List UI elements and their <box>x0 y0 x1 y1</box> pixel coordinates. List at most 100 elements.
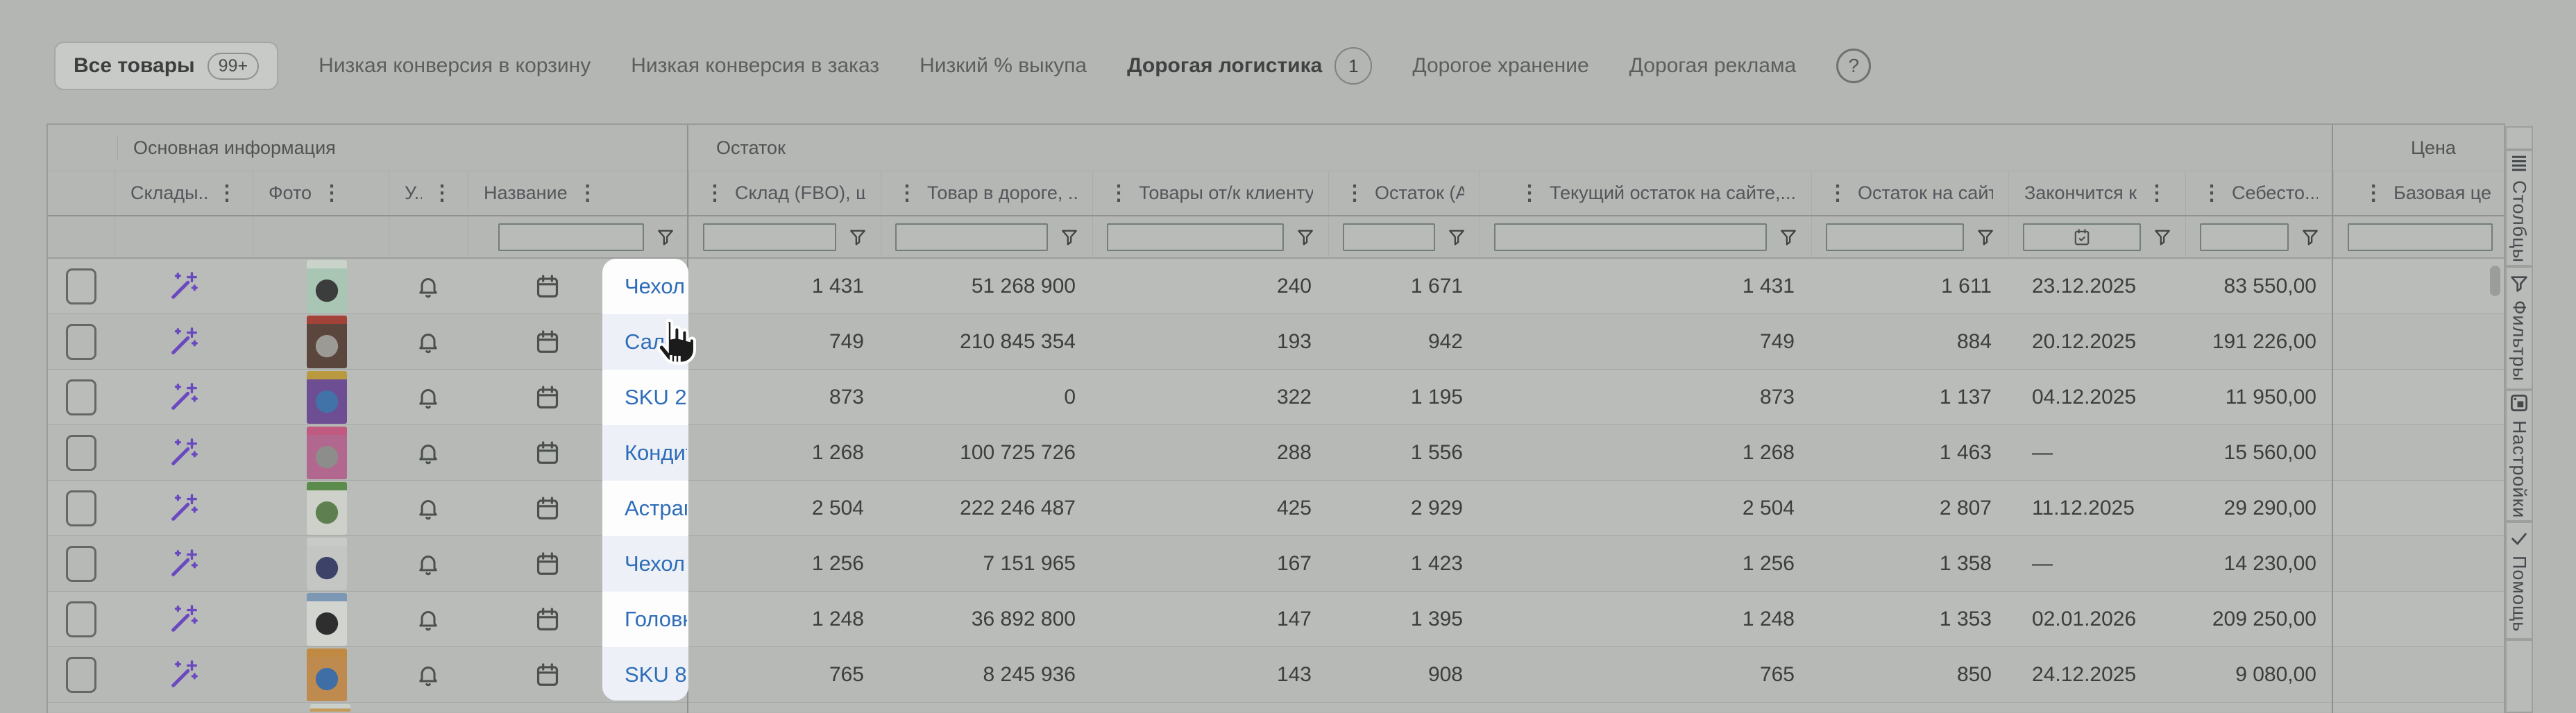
help-icon[interactable]: ? <box>1836 49 1871 83</box>
product-photo[interactable] <box>307 648 347 701</box>
filter-input-10[interactable] <box>1826 223 1964 251</box>
sidebar-filler <box>2505 639 2533 713</box>
vertical-scrollbar-thumb[interactable] <box>2490 266 2500 296</box>
product-photo[interactable] <box>307 538 347 590</box>
bell-icon[interactable] <box>416 440 441 465</box>
product-photo[interactable] <box>307 316 347 368</box>
product-name-link[interactable]: Астраг <box>625 481 687 536</box>
table-row-partial <box>48 703 2504 712</box>
row-checkbox[interactable] <box>66 601 96 637</box>
calendar-icon[interactable] <box>534 662 561 688</box>
filter-input-6[interactable] <box>895 223 1048 251</box>
row-checkbox[interactable] <box>66 379 96 415</box>
wand-icon[interactable] <box>168 270 200 302</box>
calendar-icon[interactable] <box>534 606 561 633</box>
row-checkbox[interactable] <box>66 324 96 360</box>
tab-4[interactable]: Дорогая логистика1 <box>1127 47 1372 85</box>
filter-input-5[interactable] <box>703 223 836 251</box>
wand-icon[interactable] <box>168 492 200 524</box>
tab-6[interactable]: Дорогая реклама <box>1629 54 1797 78</box>
row-checkbox[interactable] <box>66 490 96 526</box>
funnel-icon[interactable] <box>2301 228 2319 246</box>
column-menu-icon[interactable]: ⋮ <box>704 183 725 204</box>
wand-icon[interactable] <box>168 659 200 691</box>
column-menu-icon[interactable]: ⋮ <box>217 183 237 204</box>
row-checkbox[interactable] <box>66 268 96 304</box>
sidebar-tab-help[interactable]: Помощь <box>2505 522 2533 639</box>
row-checkbox[interactable] <box>66 435 96 471</box>
product-photo[interactable] <box>307 427 347 479</box>
bell-icon[interactable] <box>416 551 441 576</box>
tab-2[interactable]: Низкая конверсия в заказ <box>631 54 879 78</box>
funnel-icon[interactable] <box>2153 228 2171 246</box>
bell-icon[interactable] <box>416 496 441 521</box>
funnel-icon[interactable] <box>1779 228 1797 246</box>
product-name-link[interactable]: SKU 82 <box>625 647 687 701</box>
column-menu-icon[interactable]: ⋮ <box>897 183 917 204</box>
calendar-icon[interactable] <box>534 329 561 355</box>
filter-input-12[interactable] <box>2200 223 2289 251</box>
cell-cost: 191 226,00 <box>2185 314 2333 369</box>
tab-1[interactable]: Низкая конверсия в корзину <box>319 54 591 78</box>
funnel-icon[interactable] <box>656 228 675 246</box>
column-menu-icon[interactable]: ⋮ <box>1827 183 1848 204</box>
column-menu-icon[interactable]: ⋮ <box>577 183 598 204</box>
column-menu-icon[interactable]: ⋮ <box>1108 183 1129 204</box>
funnel-icon[interactable] <box>1060 228 1078 246</box>
product-name-link[interactable]: Головк <box>625 592 687 647</box>
column-menu-icon[interactable]: ⋮ <box>1344 183 1365 204</box>
bell-icon[interactable] <box>416 274 441 299</box>
tab-5[interactable]: Дорогое хранение <box>1412 54 1588 78</box>
bell-icon[interactable] <box>416 385 441 410</box>
filter-input-11[interactable] <box>2023 223 2141 251</box>
funnel-icon[interactable] <box>1448 228 1466 246</box>
product-name-link[interactable]: SKU 27 <box>625 370 687 425</box>
bell-icon[interactable] <box>416 662 441 687</box>
row-checkbox[interactable] <box>66 657 96 693</box>
filter-input-13[interactable] <box>2348 223 2493 251</box>
product-name-link[interactable]: Чехол <box>625 536 687 592</box>
column-menu-icon[interactable]: ⋮ <box>2363 183 2384 204</box>
tab-badge: 1 <box>1334 47 1372 85</box>
calendar-icon[interactable] <box>534 495 561 522</box>
cell-fbo: 765 <box>688 647 881 702</box>
row-checkbox[interactable] <box>66 546 96 582</box>
sidebar-tab-settings[interactable]: Настройки <box>2505 390 2533 522</box>
funnel-icon[interactable] <box>1976 228 1994 246</box>
funnel-icon[interactable] <box>1296 228 1314 246</box>
column-menu-icon[interactable]: ⋮ <box>321 183 342 204</box>
calendar-icon[interactable] <box>534 440 561 466</box>
funnel-icon[interactable] <box>849 228 867 246</box>
product-photo[interactable] <box>307 260 347 313</box>
tab-3[interactable]: Низкий % выкупа <box>920 54 1087 78</box>
filter-input-4[interactable] <box>498 223 644 251</box>
bell-icon[interactable] <box>416 329 441 354</box>
product-photo[interactable] <box>307 593 347 646</box>
wand-icon[interactable] <box>168 326 200 358</box>
sidebar-tab-columns[interactable]: Столбцы <box>2505 150 2533 266</box>
filter-input-8[interactable] <box>1343 223 1435 251</box>
calendar-check-icon[interactable] <box>2073 228 2091 246</box>
product-photo[interactable] <box>307 482 347 535</box>
filter-input-7[interactable] <box>1107 223 1284 251</box>
column-menu-icon[interactable]: ⋮ <box>2146 183 2167 204</box>
cell-fbo: 749 <box>688 314 881 369</box>
calendar-icon[interactable] <box>534 384 561 411</box>
column-menu-icon[interactable]: ⋮ <box>2201 183 2222 204</box>
bell-icon[interactable] <box>416 607 441 632</box>
wand-icon[interactable] <box>168 437 200 469</box>
calendar-icon[interactable] <box>534 273 561 300</box>
product-photo[interactable] <box>307 371 347 424</box>
wand-icon[interactable] <box>168 381 200 413</box>
wand-icon[interactable] <box>168 603 200 635</box>
filter-input-9[interactable] <box>1494 223 1767 251</box>
calendar-icon[interactable] <box>534 551 561 577</box>
product-name-link[interactable]: Кондит <box>625 425 687 481</box>
cell-current: 1 248 <box>1480 592 1811 646</box>
tab-0[interactable]: Все товары99+ <box>54 42 278 90</box>
product-name-link[interactable]: Чехол <box>625 259 687 314</box>
sidebar-tab-filters[interactable]: Фильтры <box>2505 266 2533 390</box>
column-menu-icon[interactable]: ⋮ <box>432 183 452 204</box>
column-menu-icon[interactable]: ⋮ <box>1519 183 1540 204</box>
wand-icon[interactable] <box>168 548 200 580</box>
